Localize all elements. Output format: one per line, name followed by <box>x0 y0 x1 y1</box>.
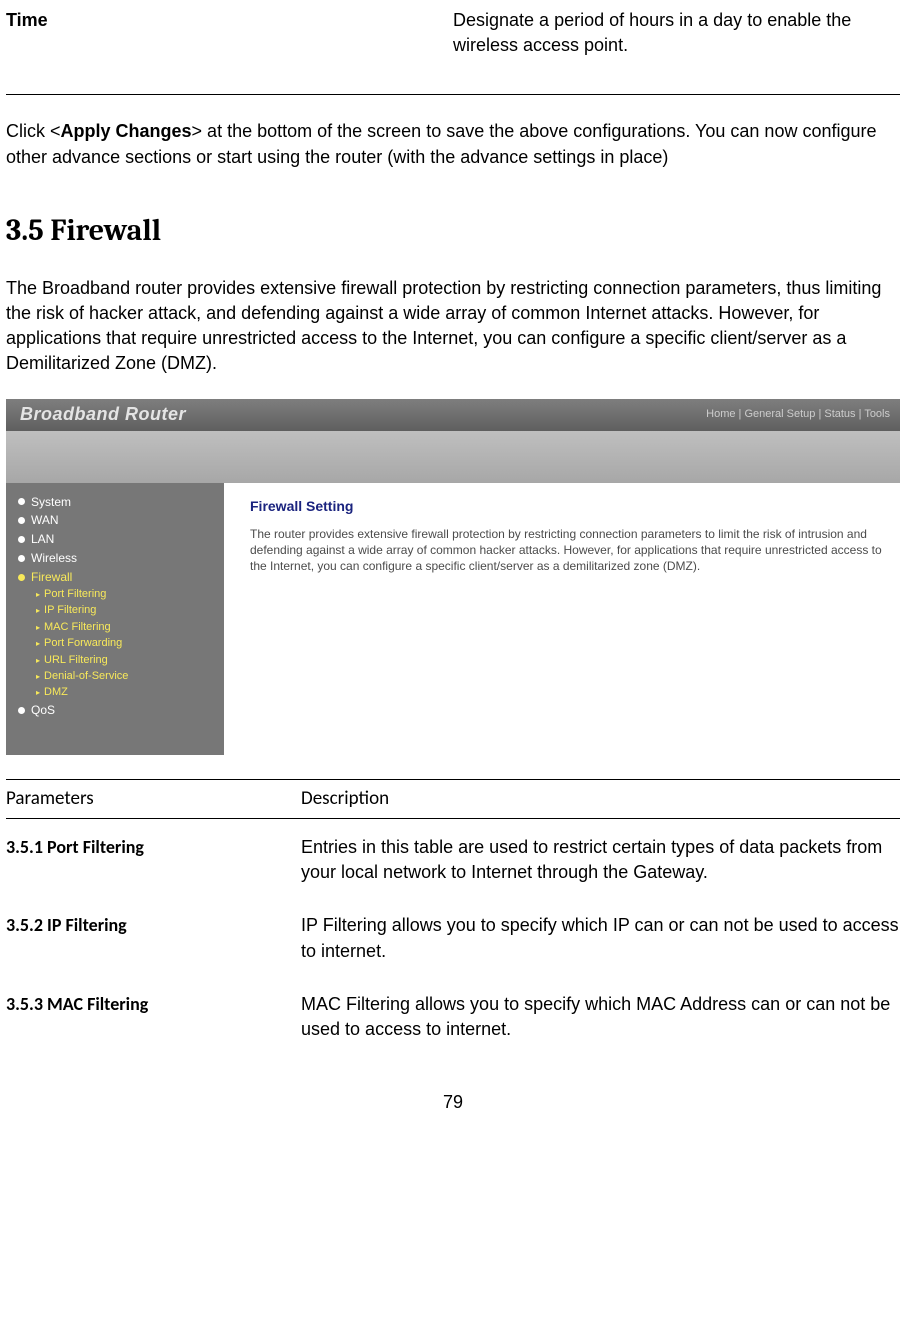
top-row-label: Time <box>6 8 453 58</box>
arrow-icon: ▸ <box>36 687 40 698</box>
param-label: 3.5.3 MAC Filtering <box>6 992 301 1042</box>
panel-text: The router provides extensive firewall p… <box>250 526 882 575</box>
sidebar-item-system[interactable]: System <box>14 493 218 512</box>
arrow-icon: ▸ <box>36 622 40 633</box>
sidebar-item-wan[interactable]: WAN <box>14 511 218 530</box>
sidebar-qos-label: QoS <box>31 702 55 719</box>
panel-title: Firewall Setting <box>250 497 882 517</box>
bullet-icon <box>18 555 25 562</box>
page-number: 79 <box>6 1090 900 1115</box>
sidebar-sublist: ▸ Port Filtering ▸ IP Filtering ▸ MAC Filte… <box>14 586 218 701</box>
sidebar-sub-ip-filtering[interactable]: ▸ IP Filtering <box>36 603 218 619</box>
sidebar-wan-label: WAN <box>31 512 59 529</box>
top-row-desc: Designate a period of hours in a day to … <box>453 8 900 58</box>
arrow-icon: ▸ <box>36 638 40 649</box>
param-desc: Entries in this table are used to restri… <box>301 835 900 885</box>
router-brand: Broadband Router <box>20 402 186 427</box>
sub-label: URL Filtering <box>44 653 108 668</box>
param-row-ip-filtering: 3.5.2 IP Filtering IP Filtering allows y… <box>6 897 900 975</box>
router-main-panel: Firewall Setting The router provides ext… <box>224 483 900 755</box>
parameters-table: Parameters Description 3.5.1 Port Filter… <box>6 779 900 1055</box>
sidebar-item-lan[interactable]: LAN <box>14 530 218 549</box>
arrow-icon: ▸ <box>36 671 40 682</box>
bullet-icon <box>18 707 25 714</box>
sidebar-item-firewall[interactable]: Firewall <box>14 568 218 587</box>
sub-label: MAC Filtering <box>44 620 111 635</box>
sub-label: Port Filtering <box>44 587 106 602</box>
param-head-c2: Description <box>301 786 900 813</box>
sub-label: IP Filtering <box>44 603 96 618</box>
top-definition-row: Time Designate a period of hours in a da… <box>6 8 900 95</box>
sub-label: DMZ <box>44 685 68 700</box>
sub-label: Denial-of-Service <box>44 669 128 684</box>
sidebar-sub-dmz[interactable]: ▸ DMZ <box>36 685 218 701</box>
param-label: 3.5.1 Port Filtering <box>6 835 301 885</box>
arrow-icon: ▸ <box>36 655 40 666</box>
bullet-icon <box>18 536 25 543</box>
sidebar-wireless-label: Wireless <box>31 550 77 567</box>
sidebar-sub-dos[interactable]: ▸ Denial-of-Service <box>36 668 218 684</box>
bullet-icon <box>18 517 25 524</box>
sidebar-sub-port-forwarding[interactable]: ▸ Port Forwarding <box>36 636 218 652</box>
router-header: Broadband Router Home | General Setup | … <box>6 399 900 431</box>
sidebar-sub-mac-filtering[interactable]: ▸ MAC Filtering <box>36 619 218 635</box>
section-heading: 3.5 Firewall <box>6 210 900 252</box>
bullet-icon <box>18 498 25 505</box>
apply-text-a: Click < <box>6 121 61 141</box>
apply-changes-bold: Apply Changes <box>61 121 192 141</box>
router-body: System WAN LAN Wireless Firewall ▸ Port F… <box>6 483 900 755</box>
sidebar-system-label: System <box>31 494 71 511</box>
bullet-icon <box>18 574 25 581</box>
arrow-icon: ▸ <box>36 589 40 600</box>
param-head-c1: Parameters <box>6 786 301 813</box>
sidebar-item-wireless[interactable]: Wireless <box>14 549 218 568</box>
sidebar-sub-url-filtering[interactable]: ▸ URL Filtering <box>36 652 218 668</box>
router-subheader <box>6 431 900 483</box>
param-row-mac-filtering: 3.5.3 MAC Filtering MAC Filtering allows… <box>6 976 900 1054</box>
param-desc: IP Filtering allows you to specify which… <box>301 913 900 963</box>
param-label: 3.5.2 IP Filtering <box>6 913 301 963</box>
router-top-links[interactable]: Home | General Setup | Status | Tools <box>706 407 890 422</box>
param-desc: MAC Filtering allows you to specify whic… <box>301 992 900 1042</box>
section-intro: The Broadband router provides extensive … <box>6 276 900 377</box>
sub-label: Port Forwarding <box>44 636 122 651</box>
sidebar-firewall-label: Firewall <box>31 569 72 586</box>
sidebar-lan-label: LAN <box>31 531 54 548</box>
apply-changes-text: Click <Apply Changes> at the bottom of t… <box>6 119 900 169</box>
param-row-port-filtering: 3.5.1 Port Filtering Entries in this tab… <box>6 819 900 897</box>
sidebar-sub-port-filtering[interactable]: ▸ Port Filtering <box>36 586 218 602</box>
router-sidebar: System WAN LAN Wireless Firewall ▸ Port F… <box>6 483 224 755</box>
sidebar-item-qos[interactable]: QoS <box>14 701 218 720</box>
arrow-icon: ▸ <box>36 605 40 616</box>
router-ui-figure: Broadband Router Home | General Setup | … <box>6 399 900 755</box>
param-table-header: Parameters Description <box>6 779 900 820</box>
